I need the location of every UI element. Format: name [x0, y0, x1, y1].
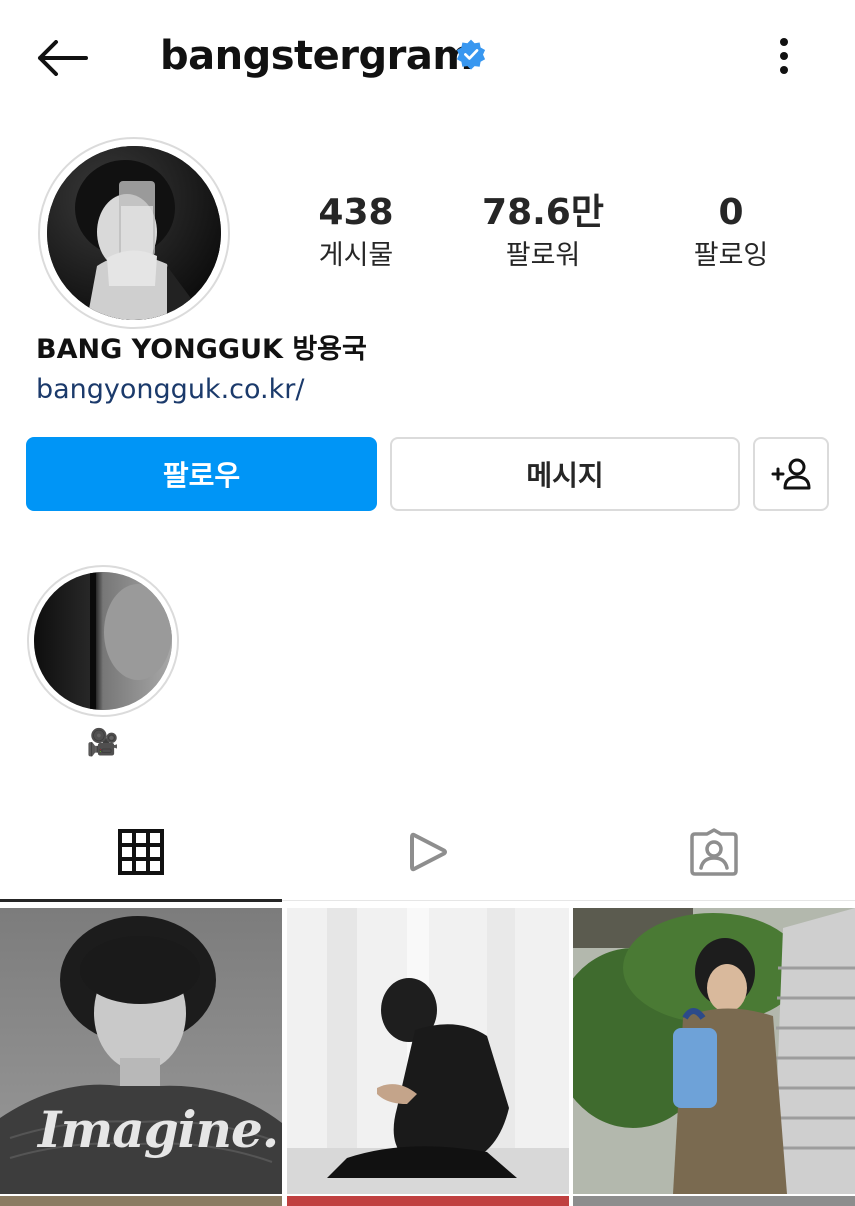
active-tab-indicator — [0, 899, 282, 902]
post-thumbnail[interactable] — [287, 1196, 569, 1206]
add-person-icon — [771, 458, 811, 490]
post-thumbnail[interactable] — [573, 908, 855, 1194]
grid-icon — [118, 829, 164, 875]
tab-posts-grid[interactable] — [0, 802, 282, 902]
stat-posts-value: 438 — [318, 192, 394, 233]
message-button[interactable]: 메시지 — [390, 437, 740, 511]
more-options-button[interactable] — [760, 30, 808, 82]
post-thumbnail[interactable]: Imagine. — [0, 908, 282, 1194]
avatar-photo — [47, 146, 221, 320]
stat-followers-label: 팔로워 — [505, 240, 581, 271]
tab-reels[interactable] — [286, 802, 569, 902]
post-thumbnail[interactable] — [287, 908, 569, 1194]
post-thumbnail[interactable] — [573, 1196, 855, 1206]
story-highlight-label: 🎥 — [86, 728, 120, 758]
suggested-accounts-button[interactable] — [753, 437, 829, 511]
stat-following-label: 팔로잉 — [693, 240, 769, 271]
highlight-cover-photo — [34, 572, 172, 710]
story-highlight-cover[interactable] — [34, 572, 172, 710]
post-photo — [287, 908, 569, 1194]
post-photo — [573, 908, 855, 1194]
stat-posts-label: 게시물 — [318, 240, 394, 271]
post-thumbnail[interactable] — [0, 1196, 282, 1206]
stat-posts: 438 게시물 — [276, 190, 436, 274]
profile-avatar[interactable] — [47, 146, 221, 320]
verified-badge-icon — [456, 39, 486, 70]
post-caption-text: Imagine. — [38, 1100, 279, 1159]
tagged-person-icon — [690, 828, 738, 876]
profile-full-name: BANG YONGGUK 방용국 — [36, 334, 367, 365]
more-vertical-icon — [780, 38, 788, 74]
profile-website-link[interactable]: bangyongguk.co.kr/ — [36, 370, 304, 410]
stat-followers-value: 78.6만 — [482, 192, 604, 233]
reels-play-icon — [409, 832, 447, 872]
stat-following[interactable]: 0 팔로잉 — [651, 190, 811, 274]
stat-followers[interactable]: 78.6만 팔로워 — [463, 190, 623, 274]
stat-following-value: 0 — [718, 192, 744, 233]
back-button[interactable] — [30, 30, 94, 86]
follow-button[interactable]: 팔로우 — [26, 437, 377, 511]
arrow-left-icon — [38, 40, 88, 76]
tab-tagged[interactable] — [573, 802, 855, 902]
profile-username: bangstergram — [160, 33, 474, 79]
